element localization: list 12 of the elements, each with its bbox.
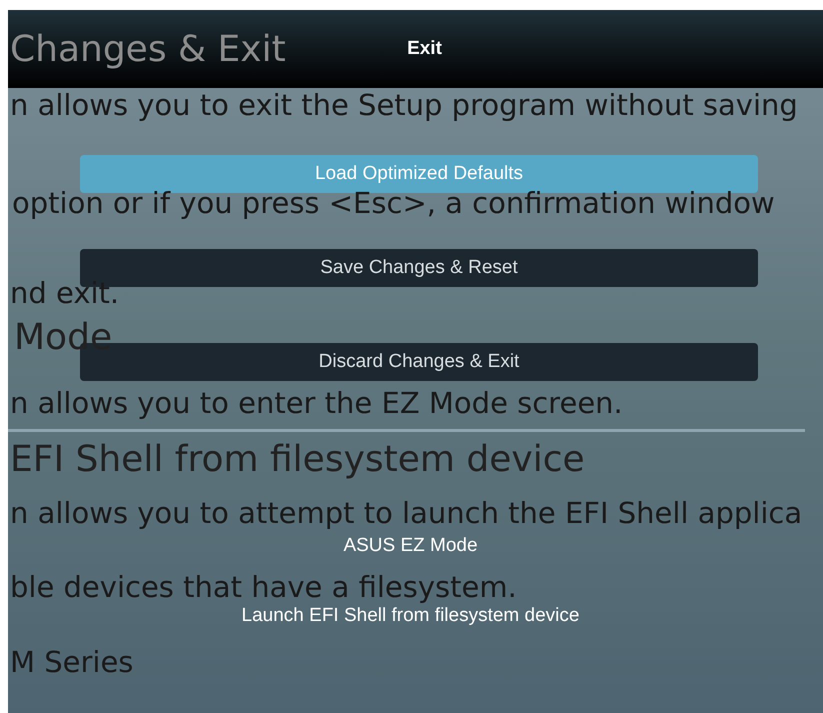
menu-item[interactable]: ASUS EZ Mode [343,535,478,557]
menu-option-button[interactable]: Save Changes & Reset [80,249,758,287]
dialog-title: Exit [407,38,442,60]
manual-text: M Series [10,645,134,680]
manual-text: n allows you to exit the Setup program without saving [10,88,798,123]
manual-heading: Changes & Exit [10,28,286,72]
manual-text: n allows you to attempt to launch the EFI Shell applica [10,496,802,531]
manual-heading: EFI Shell from filesystem device [10,438,585,482]
manual-text: n allows you to enter the EZ Mode screen. [10,386,623,421]
manual-text: ble devices that have a filesystem. [10,570,517,605]
menu-option-button[interactable]: Discard Changes & Exit [80,343,758,381]
menu-item[interactable]: Launch EFI Shell from filesystem device [242,605,580,627]
